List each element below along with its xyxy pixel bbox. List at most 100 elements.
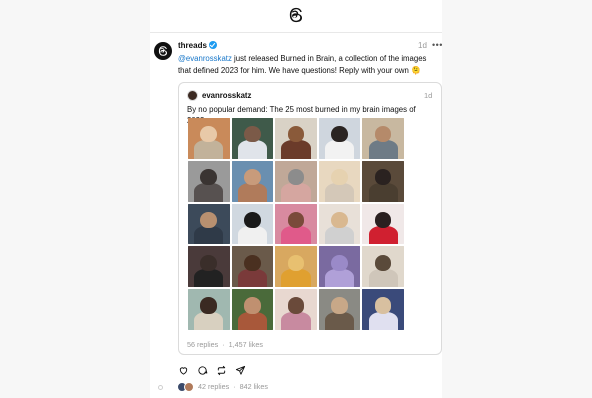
heart-icon[interactable]: [177, 364, 189, 376]
image-figure-body: [194, 268, 224, 288]
collage-image[interactable]: [318, 246, 361, 288]
collage-image[interactable]: [318, 118, 361, 159]
collage-image[interactable]: [318, 289, 361, 330]
image-figure-head: [331, 297, 348, 314]
image-figure-body: [194, 311, 224, 330]
image-figure-head: [331, 168, 348, 186]
quoted-replies-count[interactable]: 56 replies: [187, 340, 218, 349]
image-figure-body: [237, 183, 267, 202]
verified-badge-icon: [208, 41, 217, 49]
quoted-post-stats: 56 replies · 1,457 likes: [187, 340, 263, 350]
image-figure-body: [237, 311, 267, 330]
collage-image[interactable]: [231, 246, 274, 288]
quoted-post-card[interactable]: evanrosskatz 1d By no popular demand: Th…: [178, 82, 442, 355]
collage-image[interactable]: [188, 203, 230, 245]
image-figure-body: [194, 183, 224, 202]
collage-image[interactable]: [188, 289, 230, 330]
image-figure-head: [374, 211, 392, 229]
image-figure-body: [368, 226, 398, 245]
image-figure-body: [281, 226, 311, 245]
threads-avatar-logo-icon: [158, 46, 167, 56]
image-figure-head: [244, 297, 261, 314]
collage-image[interactable]: [275, 246, 317, 288]
collage-image[interactable]: [188, 118, 230, 159]
image-figure-head: [200, 254, 218, 271]
collage-image[interactable]: [231, 118, 274, 159]
thread-line-dot: [158, 384, 163, 390]
image-figure-head: [200, 168, 218, 186]
image-collage-grid[interactable]: [188, 118, 404, 330]
image-figure-body: [325, 311, 355, 330]
post-body: @evanrosskatz just released Burned in Br…: [178, 53, 440, 76]
image-figure-body: [281, 183, 311, 202]
post-stats: 42 replies · 842 likes: [198, 381, 268, 393]
quoted-likes-count[interactable]: 1,457 likes: [229, 340, 263, 349]
post-timestamp[interactable]: 1d: [418, 40, 427, 52]
quoted-author-name[interactable]: evanrosskatz: [202, 90, 251, 101]
image-figure-head: [374, 297, 392, 314]
collage-image[interactable]: [231, 203, 274, 245]
collage-image[interactable]: [275, 289, 317, 330]
collage-image[interactable]: [188, 160, 230, 202]
share-icon[interactable]: [234, 364, 246, 376]
stats-separator: ·: [233, 382, 236, 391]
replier-avatar[interactable]: [184, 382, 194, 392]
collage-image[interactable]: [275, 160, 317, 202]
image-figure-body: [237, 268, 267, 288]
collage-image[interactable]: [318, 160, 361, 202]
image-figure-head: [200, 211, 218, 229]
threads-avatar[interactable]: [154, 42, 172, 60]
likes-count[interactable]: 842 likes: [240, 382, 268, 391]
image-figure-head: [287, 297, 305, 314]
comment-icon[interactable]: [196, 364, 208, 376]
image-figure-body: [194, 140, 224, 159]
image-figure-body: [325, 183, 355, 202]
post-header: threads 1d •••: [178, 39, 443, 52]
post-footer: 42 replies · 842 likes: [158, 381, 268, 393]
mention-link[interactable]: @evanrosskatz: [178, 54, 232, 63]
image-figure-body: [281, 140, 311, 159]
collage-image[interactable]: [362, 203, 404, 245]
image-figure-head: [287, 211, 305, 229]
image-figure-head: [244, 168, 261, 186]
image-figure-body: [325, 140, 355, 159]
collage-image[interactable]: [362, 160, 404, 202]
collage-image[interactable]: [318, 203, 361, 245]
collage-image[interactable]: [275, 118, 317, 159]
image-figure-body: [368, 268, 398, 288]
image-figure-body: [368, 140, 398, 159]
image-figure-body: [194, 226, 224, 245]
collage-image[interactable]: [362, 118, 404, 159]
image-figure-head: [374, 168, 392, 186]
quoted-timestamp[interactable]: 1d: [424, 90, 432, 101]
image-figure-head: [244, 126, 261, 143]
collage-image[interactable]: [231, 160, 274, 202]
image-figure-head: [244, 211, 261, 229]
image-figure-head: [287, 254, 305, 271]
collage-image[interactable]: [275, 203, 317, 245]
page-background-right: [442, 0, 592, 398]
image-figure-head: [374, 254, 392, 271]
image-figure-body: [368, 183, 398, 202]
collage-image[interactable]: [362, 289, 404, 330]
header-divider: [150, 32, 442, 33]
replies-count[interactable]: 42 replies: [198, 382, 229, 391]
repost-icon[interactable]: [215, 364, 227, 376]
image-figure-body: [237, 140, 267, 159]
post-action-bar: [177, 364, 246, 378]
quoted-author-avatar[interactable]: [187, 90, 198, 101]
image-figure-body: [368, 311, 398, 330]
image-figure-body: [325, 268, 355, 288]
threads-logo-icon[interactable]: [287, 6, 305, 24]
image-figure-head: [200, 297, 218, 314]
image-figure-head: [287, 168, 305, 186]
more-options-icon[interactable]: •••: [432, 39, 443, 51]
collage-image[interactable]: [188, 246, 230, 288]
image-figure-head: [244, 254, 261, 271]
collage-image[interactable]: [362, 246, 404, 288]
post-author-name[interactable]: threads: [178, 41, 207, 50]
image-figure-body: [237, 226, 267, 245]
collage-image[interactable]: [231, 289, 274, 330]
page-background-left: [0, 0, 150, 398]
image-figure-body: [281, 311, 311, 330]
